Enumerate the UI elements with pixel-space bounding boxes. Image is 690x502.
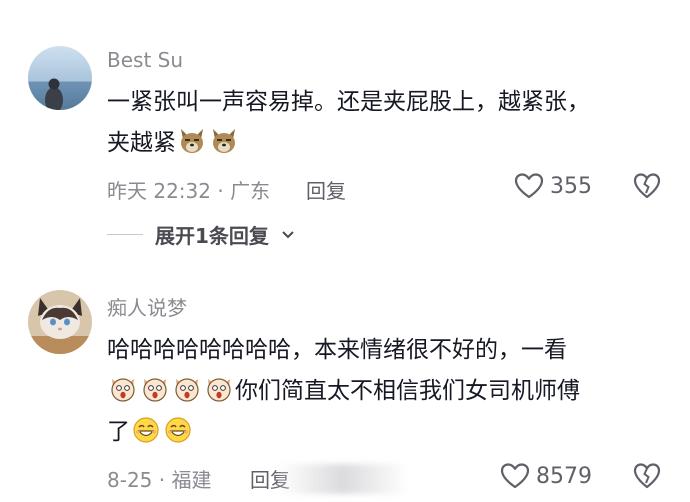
heart-icon (514, 173, 544, 199)
shocked-emoji (111, 378, 135, 402)
shocked-emoji (207, 378, 231, 402)
watermark-blur (278, 464, 408, 494)
wolf-emoji (213, 129, 235, 153)
reply-button[interactable]: 回复 (306, 175, 346, 204)
like-button[interactable]: 8579 (500, 462, 592, 490)
comment-text: 一紧张叫一声容易掉。还是夹屁股上，越紧张， 夹越紧 (107, 82, 667, 164)
avatar[interactable] (28, 290, 92, 354)
comment-meta: 8-25 · 福建 (107, 468, 212, 492)
comment-line-text: 了 (107, 419, 130, 445)
comment-author[interactable]: Best Su (107, 48, 183, 72)
shocked-emoji (175, 378, 199, 402)
expand-replies-button[interactable]: 展开1条回复 (107, 220, 295, 249)
chevron-down-icon (282, 230, 294, 238)
shocked-emoji (143, 378, 167, 402)
comment-line: 夹越紧 (107, 123, 667, 164)
comment-line-text: 夹越紧 (107, 130, 176, 156)
like-count: 8579 (536, 463, 592, 489)
broken-heart-icon[interactable] (633, 172, 661, 200)
comment-line-text: 你们简直太不相信我们女司机师傅 (235, 378, 580, 404)
grin-emoji (133, 417, 159, 443)
comment-line: 了 (107, 412, 667, 453)
grin-emoji (165, 417, 191, 443)
avatar[interactable] (28, 46, 92, 110)
comment-text: 哈哈哈哈哈哈哈哈，本来情绪很不好的，一看 你们简直太不相信我们女司机师傅 了 (107, 330, 667, 453)
like-count: 355 (550, 173, 592, 199)
comment-line: 你们简直太不相信我们女司机师傅 (107, 371, 667, 412)
like-button[interactable]: 355 (514, 172, 592, 200)
divider-line (107, 234, 143, 235)
comment-author[interactable]: 痴人说梦 (107, 292, 187, 321)
broken-heart-icon[interactable] (633, 462, 661, 490)
heart-icon (500, 463, 530, 489)
wolf-emoji (181, 129, 203, 153)
comment-line: 哈哈哈哈哈哈哈哈，本来情绪很不好的，一看 (107, 337, 567, 363)
comment-meta: 昨天 22:32 · 广东 (107, 179, 271, 203)
comment-line: 一紧张叫一声容易掉。还是夹屁股上，越紧张， (107, 89, 590, 115)
expand-replies-label: 展开1条回复 (155, 224, 269, 248)
